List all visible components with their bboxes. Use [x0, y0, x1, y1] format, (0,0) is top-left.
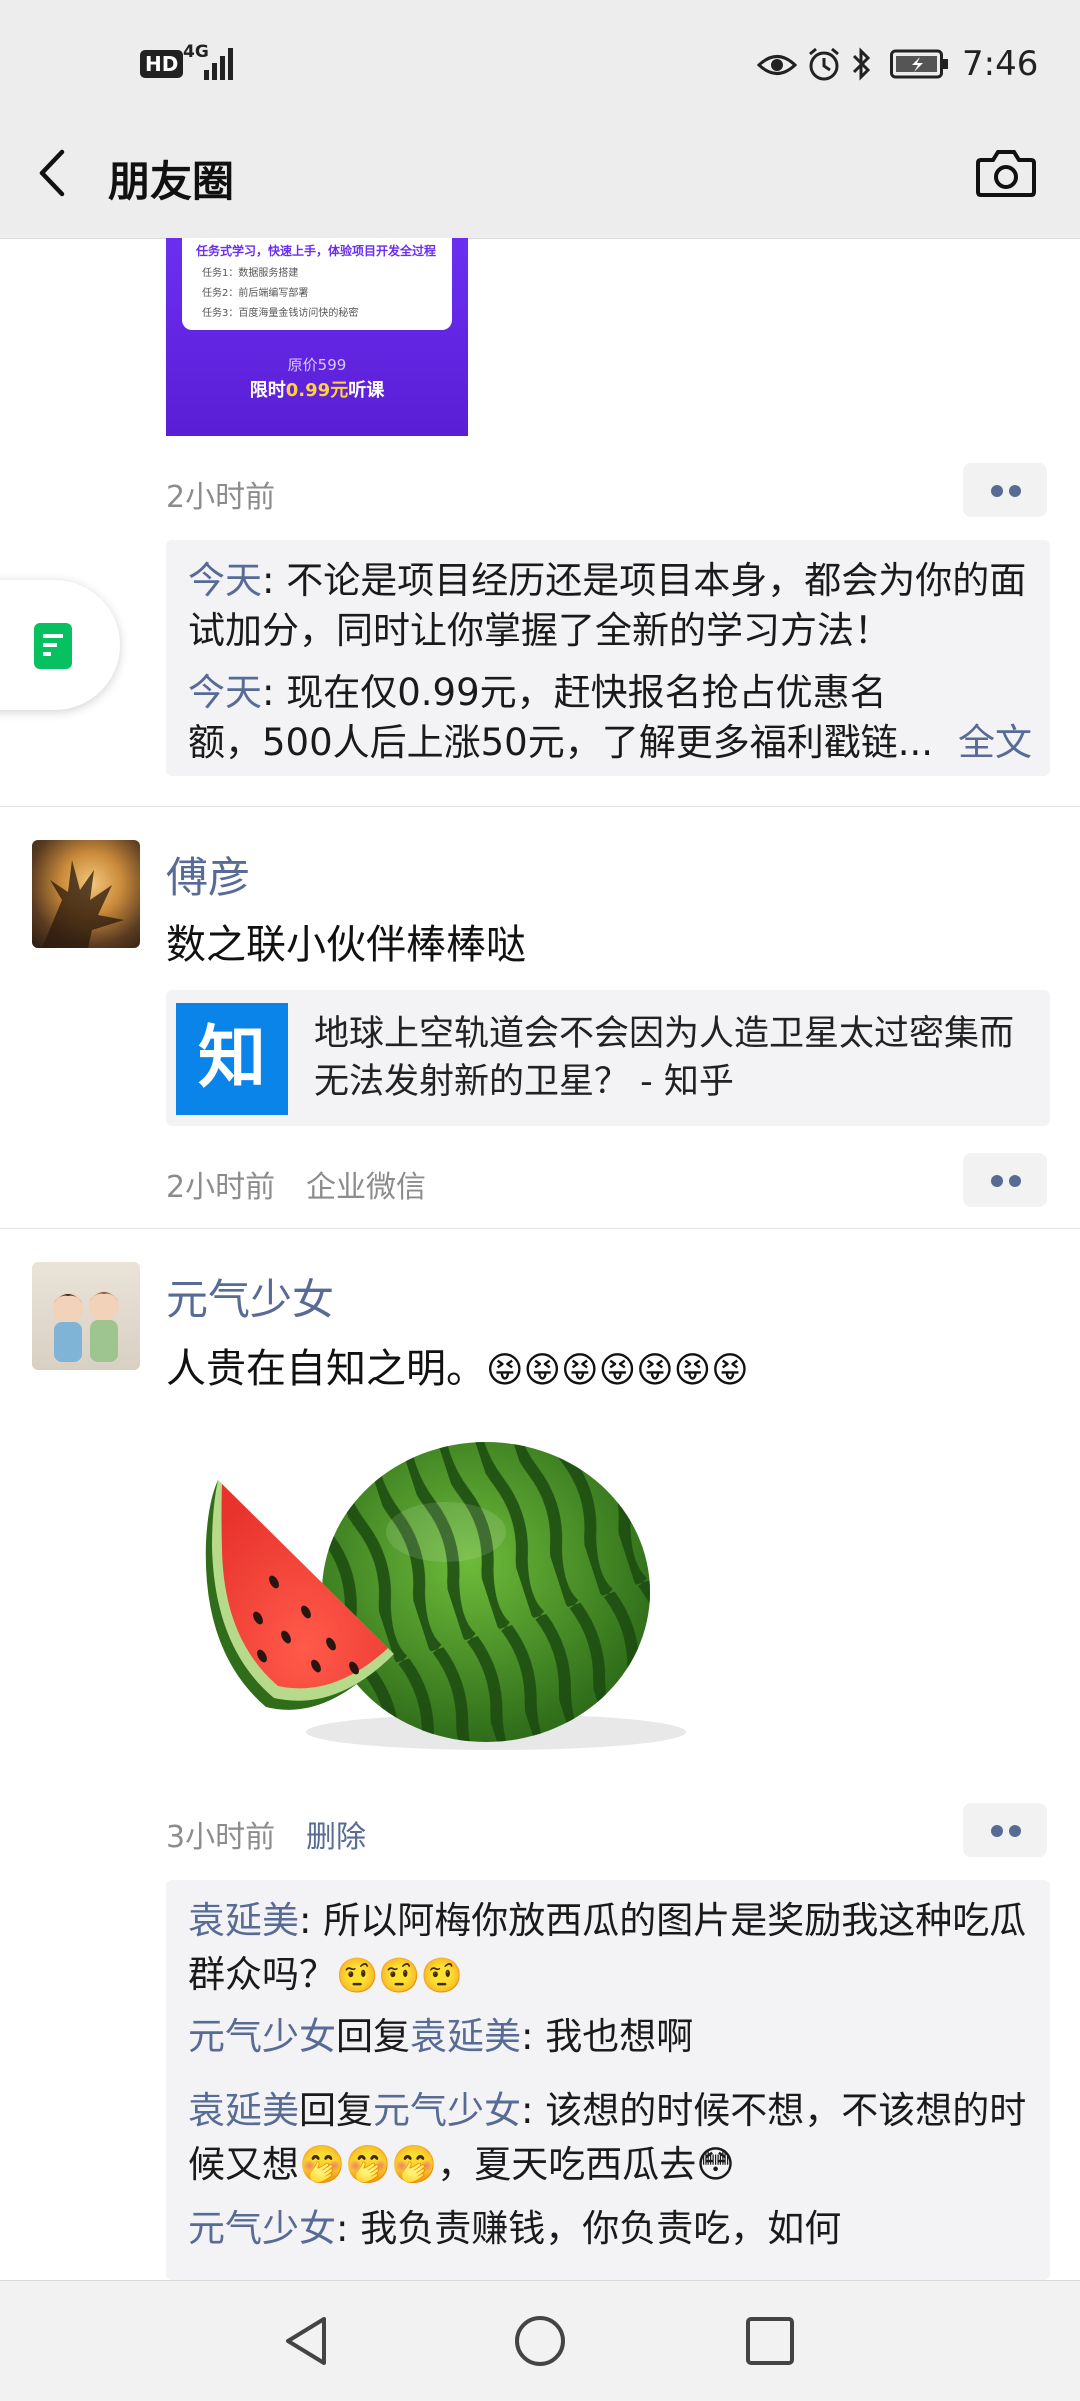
comment-reply-to[interactable]: 袁延美	[410, 2015, 521, 2058]
avatar[interactable]	[32, 1262, 140, 1370]
system-nav-bar	[0, 2280, 1080, 2401]
thinking-emoji-icon: 🤨🤨🤨	[336, 1956, 464, 1996]
chevron-left-icon[interactable]	[34, 148, 68, 198]
ad-original-price: 原价599	[287, 356, 347, 374]
post1-comments: 今天: 不论是项目经历还是项目本身，都会为你的面试加分，同时让你掌握了全新的学习…	[166, 540, 1050, 776]
post1-time: 2小时前	[166, 480, 276, 515]
tree-silhouette	[42, 860, 124, 948]
page-title: 朋友圈	[108, 157, 235, 206]
comment-author[interactable]: 今天	[188, 559, 262, 602]
post3-text-body: 人贵在自知之明。	[166, 1346, 486, 1392]
cartoon-kids-illustration	[53, 1291, 119, 1362]
ad-task-3: 任务3：百度海量金钱访问快的秘密	[202, 308, 359, 319]
more-actions-button[interactable]	[963, 1153, 1047, 1207]
post-divider	[0, 806, 1080, 807]
post2-author-name[interactable]: 傅彦	[166, 844, 250, 905]
ad-image[interactable]: 任务式学习，快速上手，体验项目开发全过程 任务1：数据服务搭建 任务2：前后端编…	[166, 238, 468, 436]
top-bar: HD 4G 7:46 朋友圈	[0, 0, 1080, 239]
shared-link-title: 地球上空轨道会不会因为人造卫星太过密集而无法发射新的卫星？ - 知乎	[314, 1014, 1015, 1102]
square-recent-icon[interactable]	[744, 2315, 796, 2367]
comment-reply-word: 回复	[336, 2015, 410, 2058]
comment-author[interactable]: 元气少女	[188, 2207, 336, 2250]
comment-item: 袁延美: 所以阿梅你放西瓜的图片是奖励我这种吃瓜群众吗？🤨🤨🤨	[188, 1894, 1028, 2003]
ad-heading: 任务式学习，快速上手，体验项目开发全过程	[196, 244, 437, 258]
more-actions-button[interactable]	[963, 463, 1047, 517]
comment-text: : 我也想啊	[521, 2015, 694, 2058]
watermelon-image[interactable]	[166, 1422, 726, 1782]
zhihu-icon: 知	[176, 1003, 288, 1115]
ad-card: 任务式学习，快速上手，体验项目开发全过程 任务1：数据服务搭建 任务2：前后端编…	[182, 238, 452, 330]
post2-time: 2小时前	[166, 1170, 276, 1205]
ad-promo: 限时0.99元听课	[166, 376, 468, 402]
battery-icon	[890, 49, 948, 79]
comment-item: 今天: 不论是项目经历还是项目本身，都会为你的面试加分，同时让你掌握了全新的学习…	[188, 556, 1028, 656]
comment-item: 元气少女: 我负责赚钱，你负责吃，如何	[188, 2204, 1028, 2254]
tongue-emoji-icon: 😝😝😝😝😝😝😝	[486, 1350, 749, 1391]
comment-author[interactable]: 元气少女	[188, 2015, 336, 2058]
comment-reply-word: 回复	[299, 2089, 373, 2132]
triangle-back-icon[interactable]	[280, 2313, 332, 2369]
post3-comments: 袁延美: 所以阿梅你放西瓜的图片是奖励我这种吃瓜群众吗？🤨🤨🤨 元气少女回复袁延…	[166, 1880, 1050, 2280]
comment-text: : 不论是项目经历还是项目本身，都会为你的面试加分，同时让你掌握了全新的学习方法…	[188, 559, 1027, 652]
ad-promo-price: 0.99元	[285, 380, 349, 401]
floating-notes-button[interactable]	[0, 580, 120, 710]
post3-author-name[interactable]: 元气少女	[166, 1266, 334, 1327]
comment-author[interactable]: 袁延美	[188, 1899, 299, 1942]
avatar[interactable]	[32, 840, 140, 948]
comment-item: 袁延美回复元气少女: 该想的时候不想，不该想的时候又想🤭🤭🤭，夏天吃西瓜去😳	[188, 2084, 1028, 2192]
eye-icon	[757, 55, 797, 75]
clock: 7:46	[962, 44, 1039, 84]
ad-promo-suffix: 听课	[348, 380, 385, 401]
post2-source: 企业微信	[306, 1170, 426, 1205]
post2-text: 数之联小伙伴棒棒哒	[166, 922, 526, 968]
comment-text: : 我负责赚钱，你负责吃，如何	[336, 2207, 842, 2250]
post3-text: 人贵在自知之明。😝😝😝😝😝😝😝	[166, 1336, 749, 1394]
circle-home-icon[interactable]	[512, 2313, 568, 2369]
comment-item: 元气少女回复袁延美: 我也想啊	[188, 2012, 1028, 2062]
comment-text: : 所以阿梅你放西瓜的图片是奖励我这种吃瓜群众吗？	[188, 1899, 1027, 1996]
ad-task-1: 任务1：数据服务搭建	[202, 268, 299, 279]
comment-item: 今天: 现在仅0.99元，赶快报名抢占优惠名额，500人后上涨50元，了解更多福…	[188, 668, 948, 768]
comment-author[interactable]: 袁延美	[188, 2089, 299, 2132]
comment-author[interactable]: 今天	[188, 671, 262, 714]
watermelon-illustration	[205, 1442, 686, 1750]
hd-badge: HD	[140, 50, 184, 78]
shared-link-card[interactable]: 知 地球上空轨道会不会因为人造卫星太过密集而无法发射新的卫星？ - 知乎	[166, 990, 1050, 1126]
ad-promo-prefix: 限时	[249, 380, 286, 401]
alarm-icon	[809, 47, 839, 81]
delete-link[interactable]: 删除	[306, 1812, 366, 1856]
full-text-link[interactable]: 全文	[958, 718, 1032, 768]
signal-icon	[204, 48, 233, 80]
more-actions-button[interactable]	[963, 1803, 1047, 1857]
bluetooth-icon	[852, 47, 871, 81]
post3-time: 3小时前	[166, 1820, 276, 1855]
ad-task-2: 任务2：前后端编写部署	[202, 288, 309, 299]
post-divider	[0, 1228, 1080, 1229]
camera-icon[interactable]	[975, 148, 1037, 198]
notes-icon	[34, 623, 72, 669]
comment-reply-to[interactable]: 元气少女	[373, 2089, 521, 2132]
comment-text: : 现在仅0.99元，赶快报名抢占优惠名额，500人后上涨50元，了解更多福利戳…	[188, 671, 933, 764]
